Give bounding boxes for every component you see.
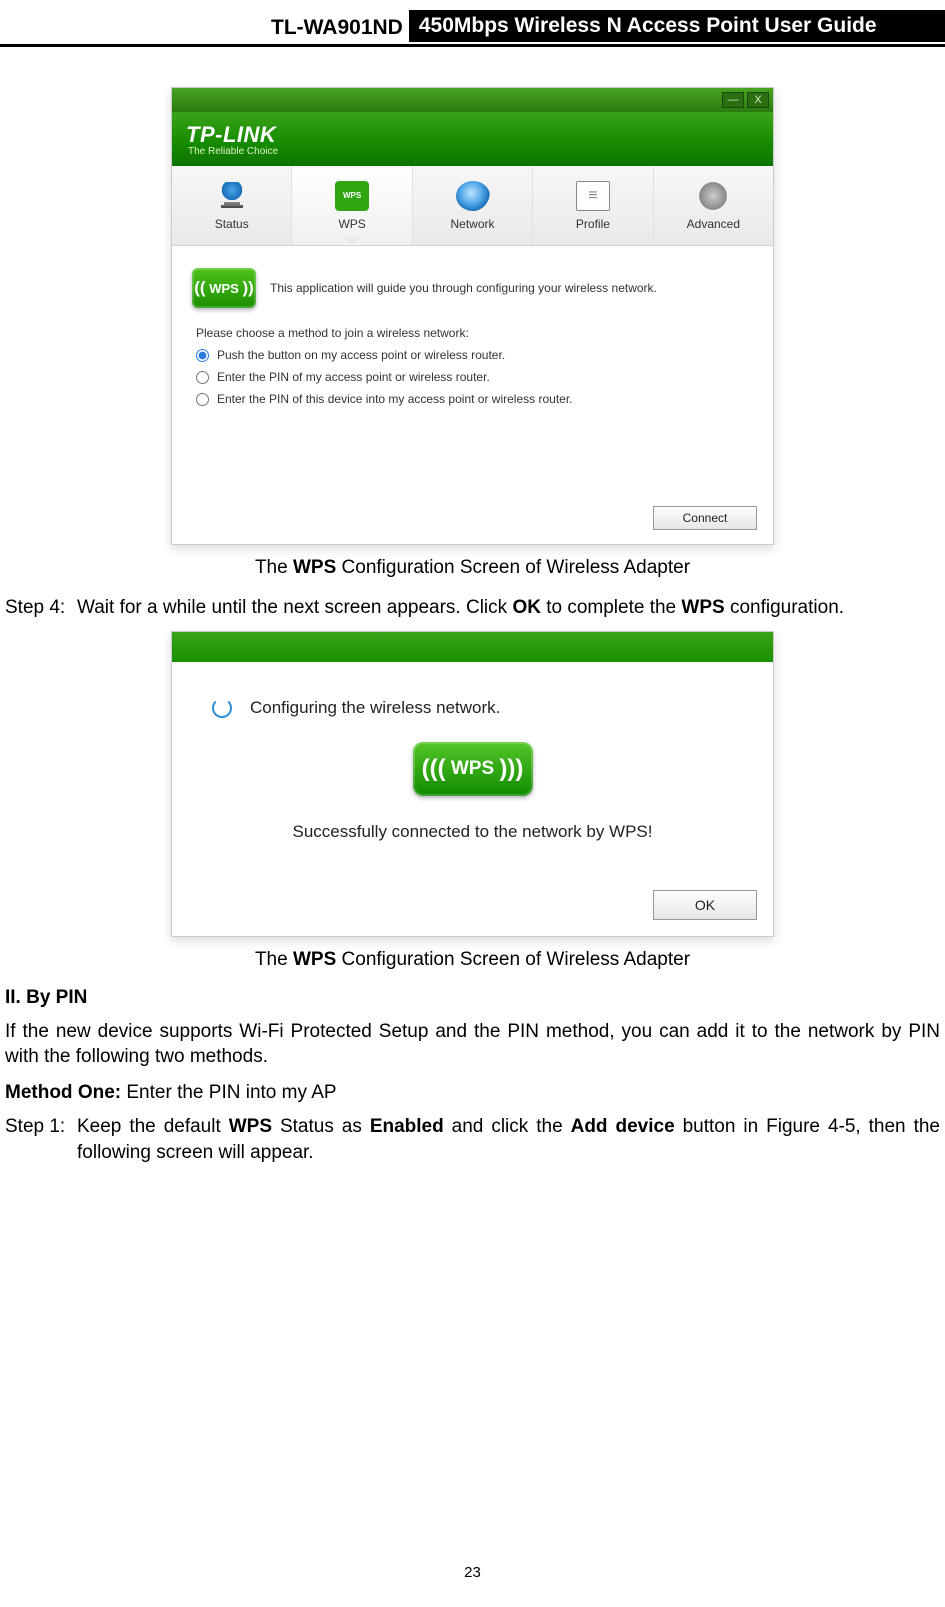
tab-advanced[interactable]: Advanced xyxy=(654,166,773,245)
radio-label: Push the button on my access point or wi… xyxy=(217,348,505,362)
radio-input[interactable] xyxy=(196,393,209,406)
figure1-caption: The WPS Configuration Screen of Wireless… xyxy=(5,557,940,579)
tab-label: WPS xyxy=(338,217,365,231)
tab-label: Status xyxy=(215,217,249,231)
page-header: TL-WA901ND 450Mbps Wireless N Access Poi… xyxy=(0,10,945,47)
gear-icon xyxy=(696,181,730,211)
ok-button[interactable]: OK xyxy=(653,890,757,920)
tab-label: Network xyxy=(451,217,495,231)
page-number: 23 xyxy=(0,1564,945,1581)
model-number: TL-WA901ND xyxy=(265,16,409,42)
radio-label: Enter the PIN of this device into my acc… xyxy=(217,392,573,406)
close-button[interactable]: X xyxy=(747,92,769,108)
tab-wps[interactable]: WPS xyxy=(292,166,412,245)
minimize-button[interactable]: — xyxy=(722,92,744,108)
guide-title: 450Mbps Wireless N Access Point User Gui… xyxy=(409,10,945,42)
method-one-line: Method One: Enter the PIN into my AP xyxy=(5,1082,940,1104)
tab-profile[interactable]: Profile xyxy=(533,166,653,245)
tab-network[interactable]: Network xyxy=(413,166,533,245)
tab-label: Profile xyxy=(576,217,610,231)
radio-enter-device-pin[interactable]: Enter the PIN of this device into my acc… xyxy=(196,392,753,406)
brand-tagline: The Reliable Choice xyxy=(188,146,278,157)
window-titlebar: — X xyxy=(172,88,773,112)
monitor-icon xyxy=(215,181,249,211)
step-body: Wait for a while until the next screen a… xyxy=(77,595,940,621)
step-label: Step 1: xyxy=(5,1114,77,1165)
step-1: Step 1: Keep the default WPS Status as E… xyxy=(5,1114,940,1165)
tab-bar: Status WPS Network Profile Advanced xyxy=(172,166,773,246)
success-text: Successfully connected to the network by… xyxy=(194,822,751,842)
globe-icon xyxy=(456,181,490,211)
step-body: Keep the default WPS Status as Enabled a… xyxy=(77,1114,940,1165)
radio-input[interactable] xyxy=(196,349,209,362)
tab-label: Advanced xyxy=(687,217,740,231)
brand-logo: TP-LINK xyxy=(186,122,278,148)
tab-status[interactable]: Status xyxy=(172,166,292,245)
radio-input[interactable] xyxy=(196,371,209,384)
spinner-icon xyxy=(212,698,232,718)
brand-bar: TP-LINK The Reliable Choice xyxy=(172,112,773,166)
section-by-pin-heading: II. By PIN xyxy=(5,987,940,1009)
step-label: Step 4: xyxy=(5,595,77,621)
wps-badge-icon: ((( WPS ))) xyxy=(413,742,533,796)
wps-config-screenshot-1: — X TP-LINK The Reliable Choice Status W… xyxy=(171,87,774,545)
configuring-text: Configuring the wireless network. xyxy=(250,698,500,718)
wps-icon xyxy=(335,181,369,211)
section-by-pin-para: If the new device supports Wi-Fi Protect… xyxy=(5,1019,940,1070)
radio-enter-ap-pin[interactable]: Enter the PIN of my access point or wire… xyxy=(196,370,753,384)
wps-badge-icon: (( WPS )) xyxy=(192,268,256,308)
wps-intro-text: This application will guide you through … xyxy=(270,281,657,295)
wps-config-screenshot-2: Configuring the wireless network. ((( WP… xyxy=(171,631,774,937)
dialog-header-bar xyxy=(172,632,773,662)
connect-button[interactable]: Connect xyxy=(653,506,757,530)
profile-icon xyxy=(576,181,610,211)
radio-label: Enter the PIN of my access point or wire… xyxy=(217,370,490,384)
radio-push-button[interactable]: Push the button on my access point or wi… xyxy=(196,348,753,362)
wps-body: (( WPS )) This application will guide yo… xyxy=(172,246,773,496)
figure2-caption: The WPS Configuration Screen of Wireless… xyxy=(5,949,940,971)
step-4: Step 4: Wait for a while until the next … xyxy=(5,595,940,621)
method-prompt: Please choose a method to join a wireles… xyxy=(196,326,753,340)
